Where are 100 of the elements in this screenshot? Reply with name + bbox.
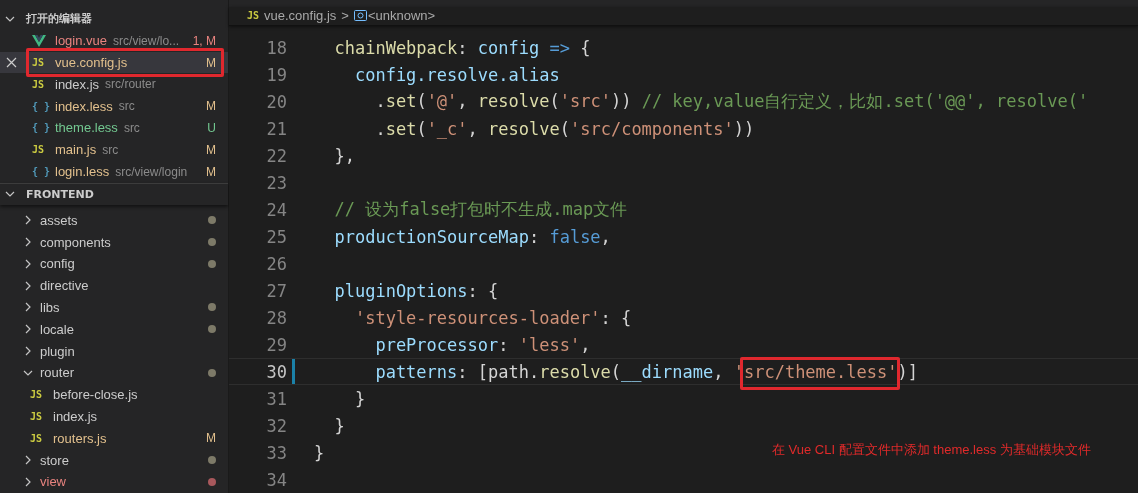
file-name: index.less	[55, 98, 113, 114]
folder-item[interactable]: router	[0, 362, 228, 384]
folder-name: router	[40, 365, 74, 381]
breadcrumb-symbol[interactable]: <unknown>	[367, 8, 436, 24]
line-number: 20	[265, 91, 287, 112]
code-line: .set('_c', resolve('src/components'))	[374, 118, 755, 139]
folder-item[interactable]: locale	[0, 318, 228, 341]
line-number: 27	[265, 280, 287, 301]
line-number: 33	[265, 442, 287, 463]
file-name: theme.less	[55, 120, 118, 136]
folder-item[interactable]: view	[0, 471, 228, 493]
file-name: main.js	[55, 142, 97, 158]
open-editor-item[interactable]: JS index.js src/router	[0, 73, 228, 96]
js-file-icon: JS	[32, 144, 50, 156]
code-line: patterns: [path.resolve(__dirname, 'src/theme.less')]	[314, 361, 918, 382]
symbol-icon	[353, 10, 367, 22]
line-number: 24	[265, 199, 287, 220]
file-name: routers.js	[53, 430, 107, 446]
code-line: 'style-resources-loader': {	[353, 307, 632, 328]
close-icon[interactable]	[6, 56, 17, 68]
git-status: U	[207, 120, 216, 135]
js-file-icon: JS	[30, 411, 48, 423]
line-number: 28	[265, 307, 287, 328]
file-item[interactable]: JS before-close.js	[0, 383, 228, 406]
file-path: src	[118, 99, 136, 114]
line-number: 19	[265, 64, 287, 85]
code-line: // 设为false打包时不生成.map文件	[333, 198, 628, 221]
code-line: preProcessor: 'less',	[374, 334, 591, 355]
line-number: 23	[265, 172, 287, 193]
folder-item[interactable]: assets	[0, 209, 228, 232]
code-line: }	[333, 415, 345, 436]
folder-item[interactable]: libs	[0, 296, 228, 319]
file-path: src	[102, 142, 120, 157]
folder-name: locale	[40, 321, 74, 337]
file-name: before-close.js	[53, 387, 138, 403]
open-editor-item[interactable]: { } index.less src M	[0, 95, 228, 118]
open-editor-item[interactable]: JS vue.config.js M	[0, 51, 228, 74]
git-status: M	[206, 142, 216, 157]
folder-name: plugin	[40, 343, 75, 359]
line-number: 34	[265, 469, 287, 490]
folder-name: components	[40, 234, 111, 250]
file-name: index.js	[53, 409, 98, 425]
line-number: 21	[265, 118, 287, 139]
code-line: },	[333, 145, 355, 166]
line-number: 30	[265, 361, 287, 382]
open-editor-item[interactable]: { } login.less src/view/login M	[0, 160, 228, 183]
file-name: vue.config.js	[55, 55, 128, 71]
folder-item[interactable]: components	[0, 231, 228, 253]
line-number: 18	[265, 37, 287, 58]
less-file-icon: { }	[32, 122, 50, 134]
git-status: M	[206, 99, 216, 114]
line-number: 25	[265, 226, 287, 247]
git-status: 1, M	[192, 33, 216, 48]
file-item[interactable]: JS index.js	[0, 405, 228, 428]
folder-item[interactable]: store	[0, 449, 228, 472]
less-file-icon: { }	[32, 100, 50, 112]
code-line: .set('@', resolve('src')) // key,value自行定义，比如.set('@@', resolve('	[374, 90, 1089, 113]
js-file-icon: JS	[32, 57, 50, 69]
open-editor-item[interactable]: login.vue src/view/lo... 1, M	[0, 29, 228, 52]
code-line: chainWebpack: config => {	[333, 37, 591, 58]
git-status: M	[206, 55, 216, 70]
file-item[interactable]: JS routers.js M	[0, 427, 228, 450]
open-editor-item[interactable]: JS main.js src M	[0, 138, 228, 161]
breadcrumb-file[interactable]: vue.config.js	[264, 8, 337, 24]
line-number: 31	[265, 388, 287, 409]
file-name: login.vue	[55, 33, 108, 49]
line-number: 32	[265, 415, 287, 436]
folder-name: directive	[40, 278, 89, 294]
file-path: src/router	[105, 77, 157, 92]
section-header[interactable]: FRONTEND	[0, 182, 228, 206]
file-path: src/view/lo...	[113, 33, 181, 48]
file-path: src	[123, 120, 141, 135]
js-file-icon: JS	[32, 78, 50, 90]
file-path: src/view/login	[115, 164, 189, 179]
folder-name: view	[40, 474, 66, 490]
folder-item[interactable]: plugin	[0, 340, 228, 362]
code-line: }	[314, 442, 325, 463]
code-line: pluginOptions: {	[333, 280, 499, 301]
file-name: login.less	[55, 164, 110, 180]
code-line: productionSourceMap: false,	[333, 226, 611, 247]
less-file-icon: { }	[32, 166, 50, 178]
line-number: 22	[265, 145, 287, 166]
open-editor-item[interactable]: { } theme.less src U	[0, 117, 228, 139]
vue-logo-icon	[32, 34, 46, 47]
folder-name: config	[40, 256, 75, 272]
folder-item[interactable]: config	[0, 252, 228, 275]
line-number: 29	[265, 334, 287, 355]
section-title: 打开的编辑器	[26, 11, 92, 27]
folder-name: store	[40, 452, 69, 468]
folder-item[interactable]: directive	[0, 274, 228, 297]
code-line: config.resolve.alias	[353, 64, 560, 85]
breadcrumb-separator: >	[341, 8, 349, 24]
folder-name: assets	[40, 212, 78, 228]
js-file-icon: JS	[30, 389, 48, 401]
annotation-text: 在 Vue CLI 配置文件中添加 theme.less 为基础模块文件	[772, 441, 1091, 459]
code-line: }	[353, 388, 366, 409]
js-file-icon: JS	[30, 432, 48, 444]
line-number: 26	[265, 253, 287, 274]
folder-name: libs	[40, 299, 60, 315]
file-name: index.js	[55, 76, 100, 92]
